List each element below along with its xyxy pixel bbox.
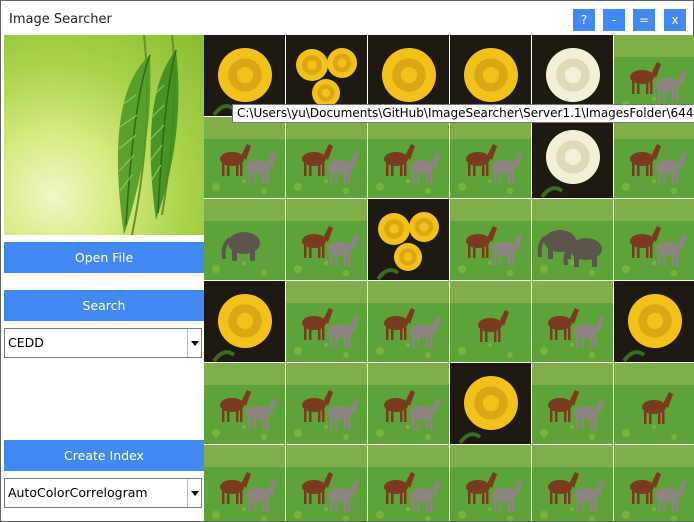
app-window: Image Searcher ? - = x Open File Search … [0, 0, 694, 522]
result-thumbnail[interactable] [614, 117, 694, 199]
thumbnail-image [368, 199, 449, 280]
minimize-button[interactable]: - [603, 9, 625, 31]
image-path-tooltip: C:\Users\yu\Documents\GitHub\ImageSearch… [232, 104, 694, 123]
result-thumbnail[interactable] [532, 199, 614, 281]
thumbnail-image [204, 117, 285, 198]
result-thumbnail[interactable] [614, 445, 694, 521]
thumbnail-image [450, 281, 531, 362]
open-file-button[interactable]: Open File [4, 242, 204, 273]
query-image-preview [4, 35, 204, 235]
result-thumbnail[interactable] [532, 117, 614, 199]
result-thumbnail[interactable] [614, 281, 694, 363]
result-thumbnail[interactable] [614, 199, 694, 281]
result-thumbnail[interactable] [204, 117, 286, 199]
thumbnail-image [532, 199, 613, 280]
result-thumbnail[interactable] [204, 199, 286, 281]
result-thumbnail[interactable] [614, 363, 694, 445]
thumbnail-image [286, 117, 367, 198]
thumbnail-image [450, 199, 531, 280]
thumbnail-image [532, 117, 613, 198]
chevron-down-icon[interactable] [187, 329, 201, 357]
thumbnail-image [614, 363, 694, 444]
thumbnail-image [532, 445, 613, 521]
chevron-down-icon[interactable] [187, 479, 201, 507]
thumbnail-image [204, 363, 285, 444]
result-thumbnail[interactable] [368, 199, 450, 281]
result-thumbnail[interactable] [450, 199, 532, 281]
help-button[interactable]: ? [573, 9, 595, 31]
maximize-button[interactable]: = [633, 9, 655, 31]
result-thumbnail[interactable] [368, 445, 450, 521]
result-thumbnail[interactable] [532, 445, 614, 521]
thumbnail-image [614, 117, 694, 198]
thumbnail-image [368, 445, 449, 521]
result-thumbnail[interactable] [450, 445, 532, 521]
result-thumbnail[interactable] [286, 117, 368, 199]
thumbnail-image [286, 199, 367, 280]
thumbnail-image [368, 281, 449, 362]
thumbnail-image [614, 199, 694, 280]
thumbnail-image [286, 281, 367, 362]
result-thumbnail[interactable] [450, 363, 532, 445]
thumbnail-image [368, 117, 449, 198]
result-thumbnail[interactable] [368, 117, 450, 199]
result-thumbnail[interactable] [532, 363, 614, 445]
thumbnail-image [450, 445, 531, 521]
leaf-image [117, 35, 179, 235]
result-thumbnail[interactable] [286, 445, 368, 521]
thumbnail-image [450, 363, 531, 444]
thumbnail-image [450, 117, 531, 198]
thumbnail-image [614, 445, 694, 521]
result-thumbnail[interactable] [368, 363, 450, 445]
left-panel: Open File Search CEDD Create Index AutoC… [4, 35, 204, 521]
create-index-button[interactable]: Create Index [4, 440, 204, 471]
thumbnail-image [204, 281, 285, 362]
result-thumbnail[interactable] [204, 281, 286, 363]
window-title: Image Searcher [9, 12, 112, 27]
result-thumbnail[interactable] [450, 281, 532, 363]
result-thumbnail[interactable] [204, 445, 286, 521]
thumbnail-image [204, 445, 285, 521]
thumbnail-image [286, 445, 367, 521]
search-button[interactable]: Search [4, 290, 204, 321]
thumbnail-image [532, 281, 613, 362]
result-thumbnail[interactable] [286, 199, 368, 281]
thumbnail-image [286, 363, 367, 444]
result-thumbnail[interactable] [368, 281, 450, 363]
index-select[interactable]: AutoColorCorrelogram [4, 478, 202, 508]
result-thumbnail[interactable] [450, 117, 532, 199]
index-select-value: AutoColorCorrelogram [8, 485, 148, 500]
descriptor-select[interactable]: CEDD [4, 328, 202, 358]
thumbnail-image [368, 363, 449, 444]
result-thumbnail[interactable] [204, 363, 286, 445]
thumbnail-image [204, 199, 285, 280]
thumbnail-image [532, 363, 613, 444]
result-thumbnail[interactable] [532, 281, 614, 363]
thumbnail-image [614, 281, 694, 362]
title-bar: Image Searcher ? - = x [1, 1, 693, 35]
descriptor-select-value: CEDD [8, 335, 44, 350]
result-thumbnail[interactable] [286, 281, 368, 363]
result-thumbnail[interactable] [286, 363, 368, 445]
close-button[interactable]: x [664, 9, 686, 31]
